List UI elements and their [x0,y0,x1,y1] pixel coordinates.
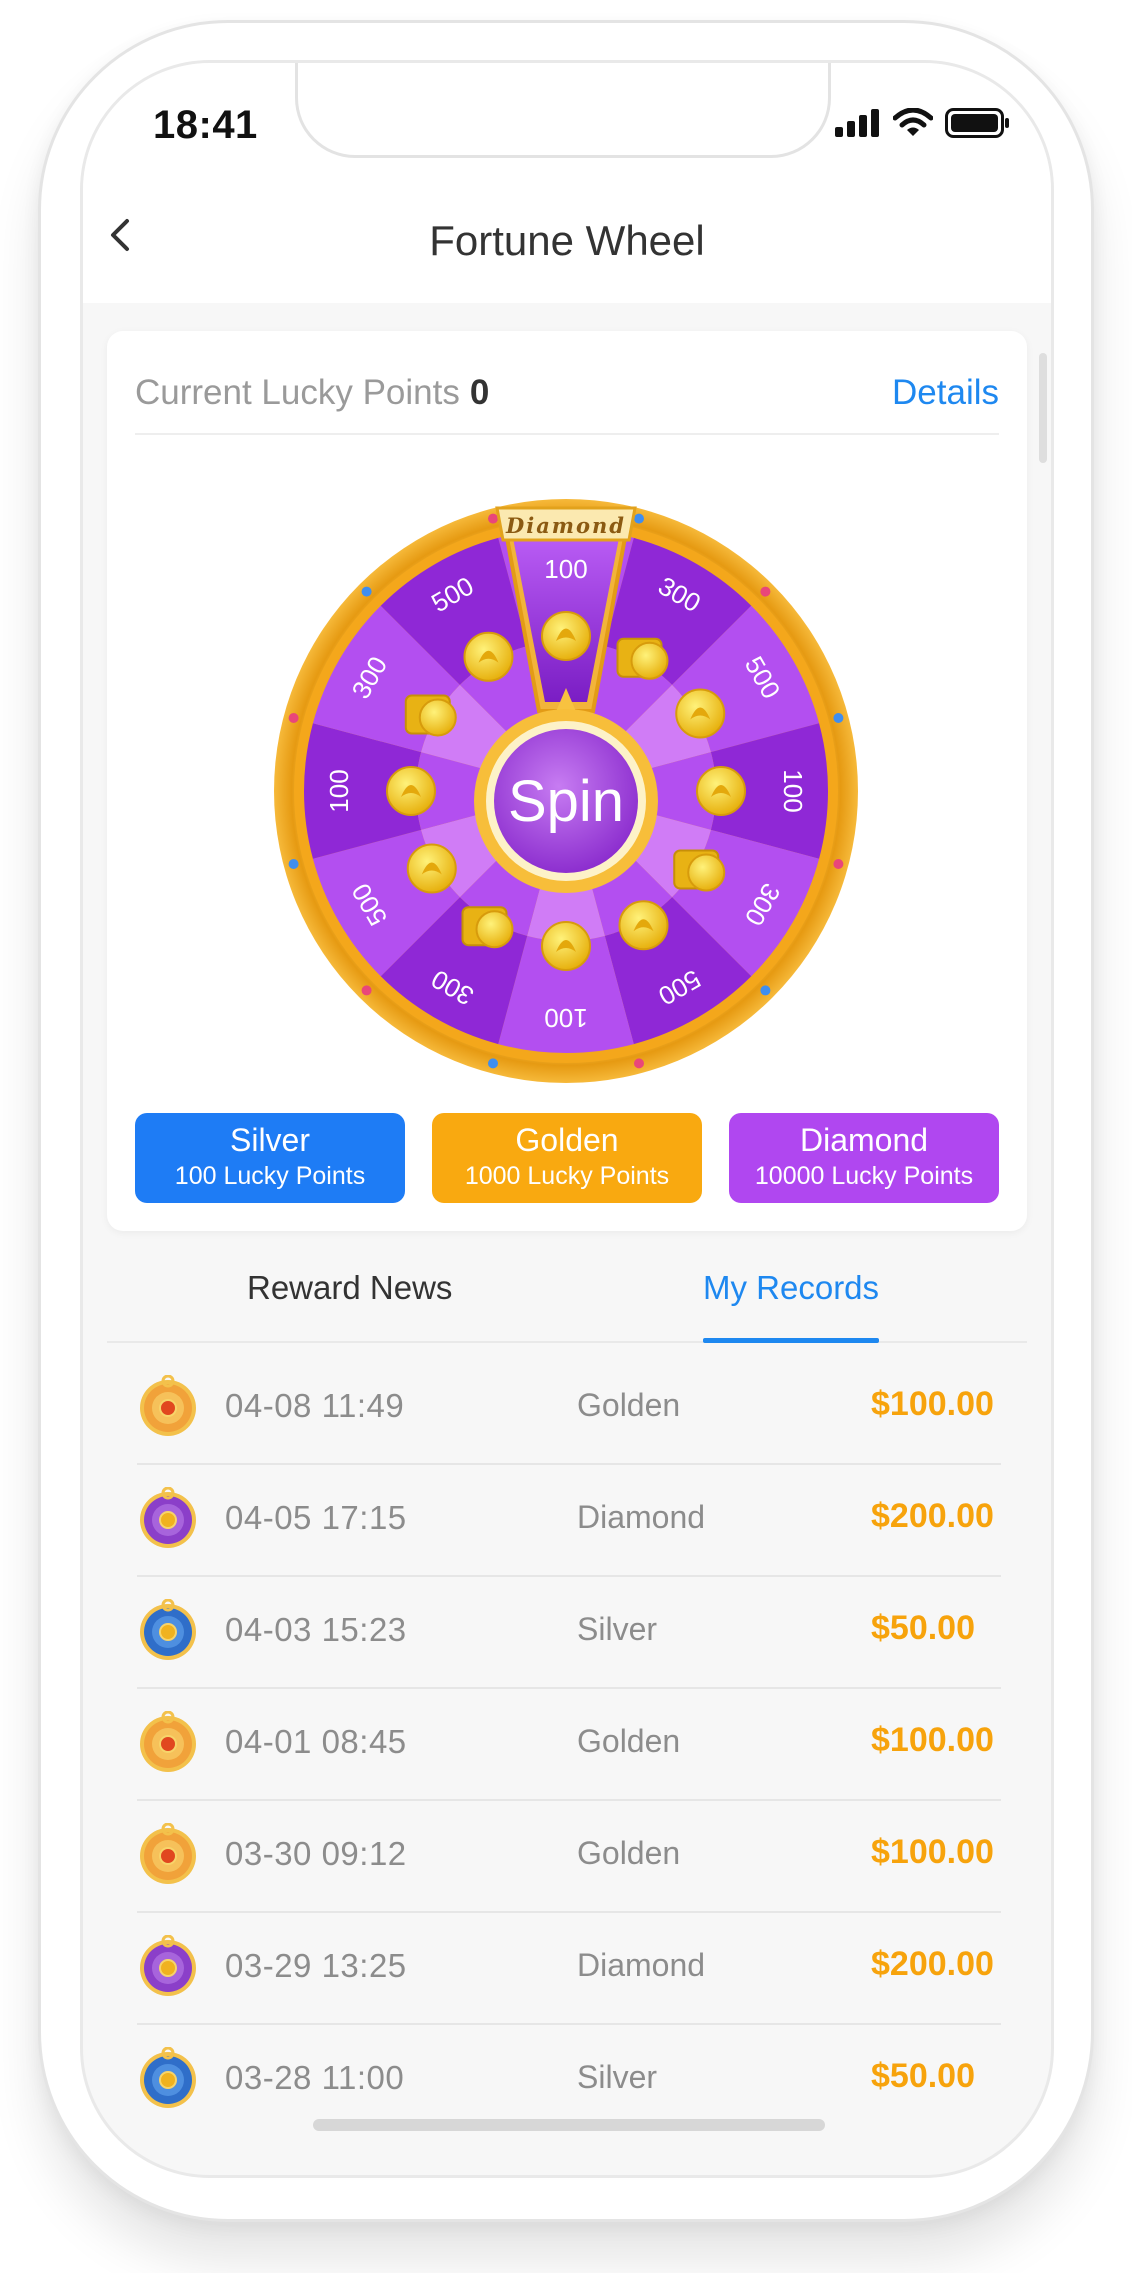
rim-bulb [361,985,372,996]
points-row: Current Lucky Points 0 Details [135,361,999,435]
coin-stack-icon [616,637,669,680]
record-row[interactable]: 04-08 11:49 Golden $100.00 [137,1353,1001,1465]
gold-coin-icon [386,766,436,816]
status-bar: 18:41 [83,63,1051,173]
record-date: 03-28 11:00 [225,2059,405,2096]
battery-icon [945,108,1009,138]
record-tier: Diamond [577,1499,706,1535]
segment-value-label: 100 [778,769,808,812]
record-tier: Diamond [577,1947,706,1983]
record-tier: Golden [577,1835,681,1871]
record-row[interactable]: 04-01 08:45 Golden $100.00 [137,1689,1001,1801]
rim-bulb [633,513,644,524]
record-amount: $200.00 [871,1945,994,1983]
record-tier: Golden [577,1387,681,1423]
record-amount: $100.00 [871,1721,994,1759]
record-amount: $100.00 [871,1385,994,1423]
record-amount: $100.00 [871,1833,994,1871]
status-time: 18:41 [153,103,258,147]
active-tab-indicator [703,1338,879,1343]
gold-coin-icon [696,766,746,816]
record-date: 04-08 11:49 [225,1387,405,1424]
gold-coin-icon [675,688,726,739]
pointer-label: Diamond [505,513,626,538]
gold-coin-icon [406,843,457,894]
tab-reward-news[interactable]: Reward News [247,1269,452,1307]
tier-silver-button[interactable]: Silver 100 Lucky Points [135,1113,405,1203]
details-link[interactable]: Details [892,373,999,413]
golden-medal-icon [140,1375,196,1436]
tier-points: 100 Lucky Points [174,1162,366,1190]
record-amount: $50.00 [871,2057,975,2095]
rim-bulb [488,513,499,524]
pointer-value: 100 [544,554,587,584]
record-date: 03-30 09:12 [225,1835,407,1872]
tier-points: 10000 Lucky Points [754,1162,974,1190]
coin-stack-icon [404,694,457,737]
record-date: 03-29 13:25 [225,1947,407,1984]
wheel-graphic: 300500100300500100300500100300500 Diamon… [274,499,858,1083]
rim-bulb [361,586,372,597]
record-row[interactable]: 03-29 13:25 Diamond $200.00 [137,1913,1001,2025]
gold-coin-icon [618,900,669,951]
spin-label[interactable]: Spin [508,769,624,834]
rim-bulb [288,713,299,724]
coin-stack-icon [461,906,514,949]
record-row[interactable]: 04-05 17:15 Diamond $200.00 [137,1465,1001,1577]
tier-name: Silver [229,1122,310,1158]
rim-bulb [288,858,299,869]
rim-bulb [833,858,844,869]
wheel-card: Current Lucky Points 0 Details 300 500 1… [107,331,1027,1231]
rim-bulb [760,985,771,996]
tier-golden-button[interactable]: Golden 1000 Lucky Points [432,1113,702,1203]
points-value: 0 [469,373,490,412]
tier-name: Golden [515,1122,619,1158]
record-tier: Silver [577,2059,658,2095]
silver-medal-icon [140,1599,196,1660]
records-list: 04-08 11:49 Golden $100.00 04-05 17:15 D… [137,1353,1001,2135]
tier-diamond-button[interactable]: Diamond 10000 Lucky Points [729,1113,999,1203]
points-label: Current Lucky Points [135,373,460,412]
diamond-medal-icon [140,1935,196,1996]
record-tier: Golden [577,1723,681,1759]
coin-stack-icon [673,849,726,892]
record-tier: Silver [577,1611,658,1647]
wifi-icon [893,108,933,136]
home-indicator[interactable] [313,2119,825,2131]
tier-name: Diamond [799,1122,929,1158]
golden-medal-icon [140,1711,196,1772]
phone-screen: 18:41 Fortune Wheel Current Lucky Points… [80,60,1054,2178]
silver-medal-icon [140,2047,196,2108]
record-tabs: Reward News My Records [107,1233,1027,1343]
gold-coin-icon [463,631,514,682]
golden-medal-icon [140,1823,196,1884]
rim-bulb [833,713,844,724]
record-date: 04-05 17:15 [225,1499,407,1536]
tier-points: 1000 Lucky Points [464,1162,670,1190]
nav-bar: Fortune Wheel [83,173,1051,303]
rim-bulb [760,586,771,597]
rim-bulb [633,1058,644,1069]
record-row[interactable]: 04-03 15:23 Silver $50.00 [137,1577,1001,1689]
status-icons [835,103,1011,143]
record-date: 04-03 15:23 [225,1611,407,1648]
gold-coin-icon [541,921,591,971]
fortune-wheel: 300 500 100 300 500 100 300 500 100 300 500 Diamon… [271,496,861,1086]
signal-icon [835,109,879,137]
segment-value-label: 100 [544,1003,587,1033]
record-amount: $50.00 [871,1609,975,1647]
rim-bulb [488,1058,499,1069]
tier-buttons: Silver 100 Lucky Points Golden 1000 Luck… [135,1113,999,1203]
record-row[interactable]: 03-30 09:12 Golden $100.00 [137,1801,1001,1913]
record-amount: $200.00 [871,1497,994,1535]
scrollbar[interactable] [1039,353,1047,463]
segment-value-label: 100 [324,769,354,812]
diamond-medal-icon [140,1487,196,1548]
record-date: 04-01 08:45 [225,1723,407,1760]
page-title: Fortune Wheel [429,217,705,264]
tab-my-records[interactable]: My Records [703,1269,879,1307]
notch [295,63,831,158]
